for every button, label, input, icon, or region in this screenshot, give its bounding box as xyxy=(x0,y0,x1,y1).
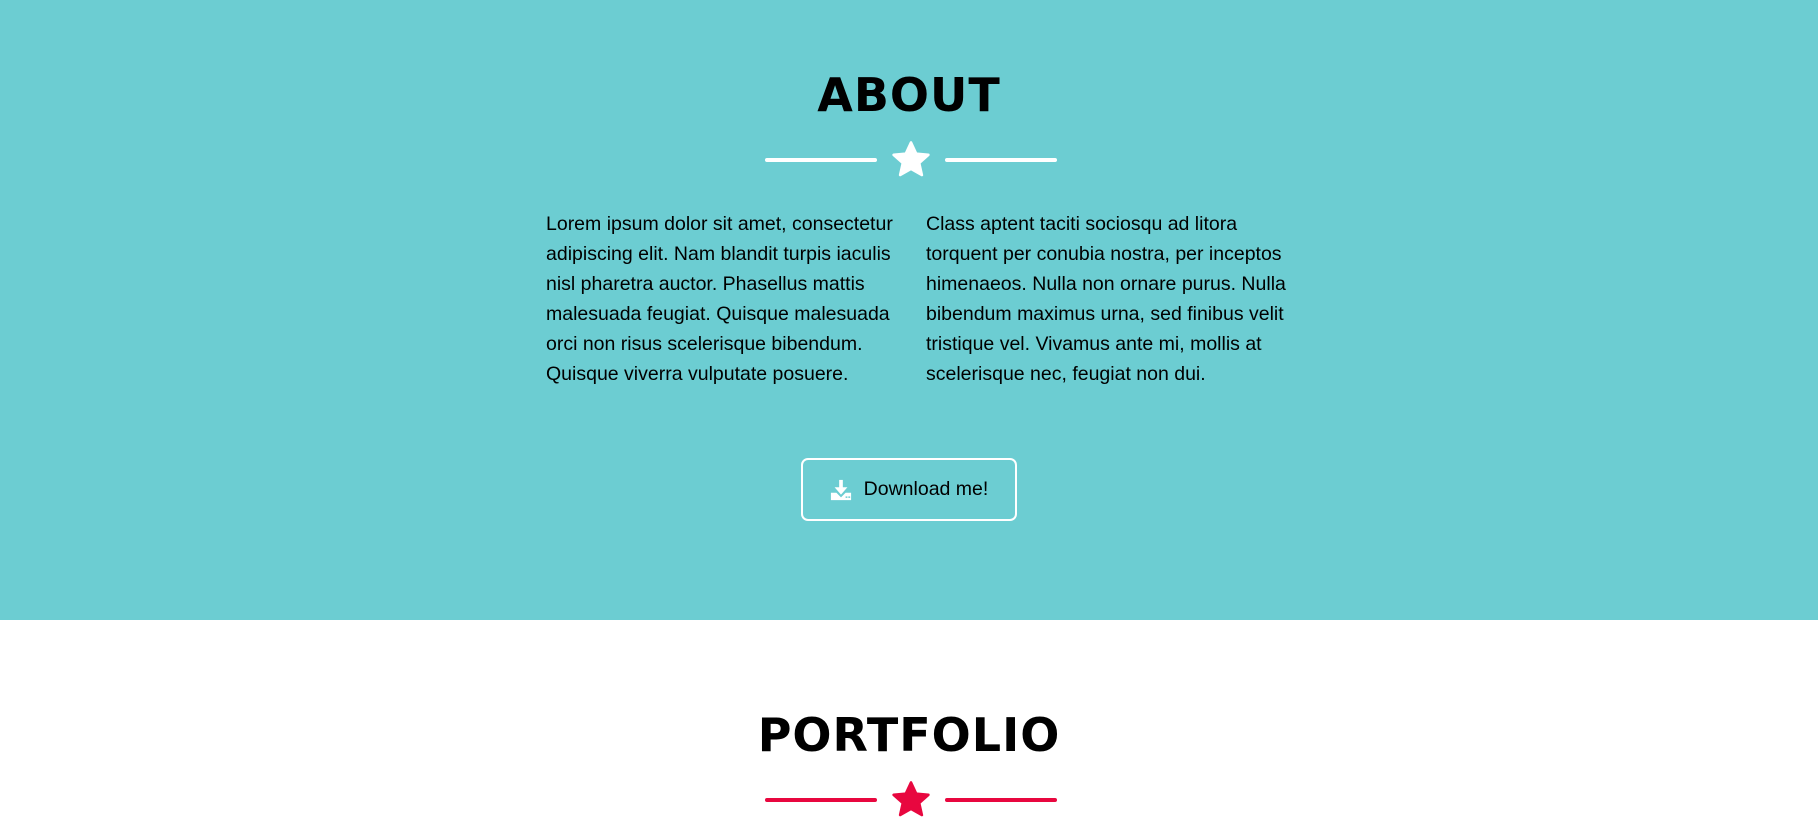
divider-line-left xyxy=(765,158,877,162)
about-title: ABOUT xyxy=(817,68,1001,122)
star-icon xyxy=(892,141,930,177)
portfolio-title: PORTFOLIO xyxy=(757,708,1061,762)
star-icon xyxy=(892,781,930,817)
download-icon xyxy=(830,479,851,500)
divider-line-right xyxy=(945,158,1057,162)
divider-line-right xyxy=(945,798,1057,802)
about-text-right: Class aptent taciti sociosqu ad litora t… xyxy=(926,213,1286,385)
download-button[interactable]: Download me! xyxy=(801,458,1017,521)
about-divider xyxy=(765,140,1057,180)
divider-line-left xyxy=(765,798,877,802)
download-button-label: Download me! xyxy=(863,478,989,500)
portfolio-divider xyxy=(765,780,1057,820)
about-text-left: Lorem ipsum dolor sit amet, consectetur … xyxy=(546,213,893,385)
